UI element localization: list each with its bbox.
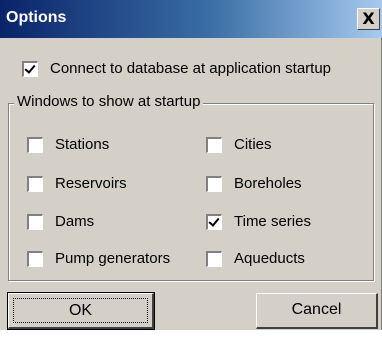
pump-generators-checkbox[interactable] <box>27 250 43 267</box>
time-series-checkbox[interactable] <box>206 213 222 230</box>
cities-label: Cities <box>234 136 272 153</box>
reservoirs-label: Reservoirs <box>55 175 127 192</box>
boreholes-checkbox[interactable] <box>206 175 222 192</box>
startup-windows-legend: Windows to show at startup <box>14 93 204 110</box>
cities-option[interactable]: Cities <box>206 136 272 153</box>
boreholes-option[interactable]: Boreholes <box>206 175 302 192</box>
aqueducts-label: Aqueducts <box>234 250 305 267</box>
dams-label: Dams <box>55 213 95 230</box>
options-dialog: Options X Connect to database at applica… <box>0 0 382 330</box>
boreholes-label: Boreholes <box>234 175 302 192</box>
window-title: Options <box>6 9 67 26</box>
connect-at-startup-option[interactable]: Connect to database at application start… <box>22 60 331 77</box>
aqueducts-option[interactable]: Aqueducts <box>206 250 305 267</box>
stations-option[interactable]: Stations <box>27 136 109 153</box>
aqueducts-checkbox[interactable] <box>206 250 222 267</box>
stations-label: Stations <box>55 136 110 153</box>
dams-option[interactable]: Dams <box>27 213 94 230</box>
close-icon: X <box>362 9 375 28</box>
reservoirs-option[interactable]: Reservoirs <box>27 175 127 192</box>
dams-checkbox[interactable] <box>27 213 43 230</box>
time-series-label: Time series <box>234 213 311 230</box>
cities-checkbox[interactable] <box>206 136 222 153</box>
ok-button[interactable]: OK <box>7 292 155 330</box>
connect-at-startup-checkbox[interactable] <box>22 60 38 77</box>
reservoirs-checkbox[interactable] <box>27 175 43 192</box>
cancel-button[interactable]: Cancel <box>256 293 378 329</box>
cancel-button-label: Cancel <box>291 301 342 318</box>
ok-button-focus-rect: OK <box>13 298 148 323</box>
time-series-option[interactable]: Time series <box>206 213 311 230</box>
pump-generators-label: Pump generators <box>55 250 171 267</box>
ok-button-label: OK <box>68 302 93 319</box>
title-bar[interactable]: Options X <box>0 0 382 38</box>
stations-checkbox[interactable] <box>27 136 43 153</box>
connect-at-startup-label: Connect to database at application start… <box>50 60 332 77</box>
close-button[interactable]: X <box>357 8 380 30</box>
pump-generators-option[interactable]: Pump generators <box>27 250 170 267</box>
